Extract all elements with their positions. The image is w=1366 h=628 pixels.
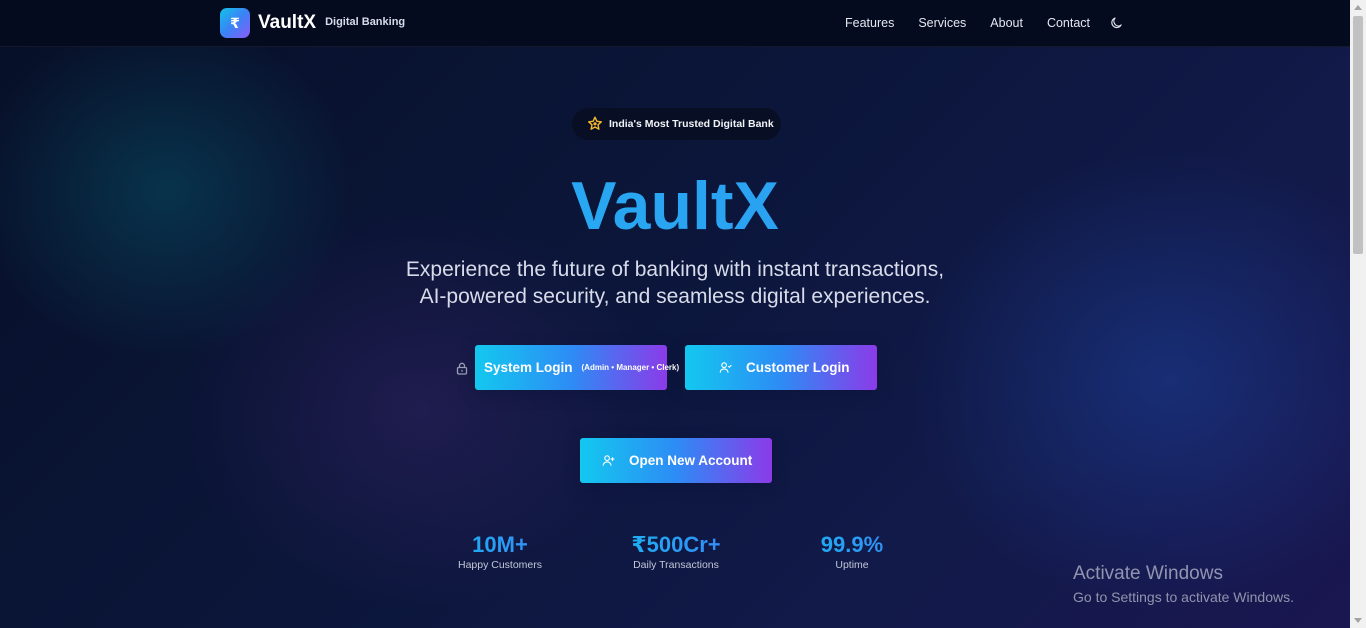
top-navbar: ₹ VaultX Digital Banking Features Servic… (0, 0, 1350, 47)
stat-customers: 10M+ Happy Customers (430, 532, 570, 571)
nav-features[interactable]: Features (845, 16, 894, 30)
customer-login-button[interactable]: Customer Login (685, 345, 877, 390)
stat-label: Happy Customers (457, 559, 543, 571)
brand[interactable]: ₹ VaultX Digital Banking (220, 8, 405, 38)
hero-subtitle-line-1: Experience the future of banking with in… (405, 258, 945, 281)
nav-contact[interactable]: Contact (1047, 16, 1090, 30)
scrollbar-thumb[interactable] (1353, 16, 1363, 254)
stat-transactions: ₹500Cr+ Daily Transactions (606, 532, 746, 571)
vertical-scrollbar[interactable] (1350, 0, 1366, 628)
landing-page: ₹ VaultX Digital Banking Features Servic… (0, 0, 1350, 628)
watermark-subtitle: Go to Settings to activate Windows. (1073, 589, 1294, 605)
customer-login-label: Customer Login (746, 360, 850, 375)
system-login-roles: (Admin • Manager • Clerk) (581, 363, 680, 372)
user-plus-icon (602, 455, 615, 466)
hero-subtitle: Experience the future of banking with in… (0, 256, 1350, 310)
brand-name: VaultX (258, 12, 317, 33)
brand-tagline: Digital Banking (325, 16, 406, 28)
hero-subtitle-line-2: AI-powered security, and seamless digita… (419, 285, 931, 308)
stat-value: 99.9% (782, 532, 922, 558)
scroll-up-arrow-icon[interactable] (1354, 5, 1362, 10)
nav-services[interactable]: Services (918, 16, 966, 30)
stat-value: 10M+ (430, 532, 570, 558)
badge-text: India's Most Trusted Digital Bank (609, 118, 774, 130)
star-icon (588, 116, 602, 130)
stat-label: Daily Transactions (633, 559, 719, 571)
rupee-logo-icon: ₹ (220, 8, 250, 38)
nav-about[interactable]: About (990, 16, 1023, 30)
watermark-title: Activate Windows (1073, 563, 1223, 584)
user-icon (719, 362, 732, 373)
system-login-label: System Login (484, 360, 573, 375)
hero-title: VaultX (0, 166, 1350, 246)
windows-activation-watermark: Activate Windows Go to Settings to activ… (1073, 563, 1294, 608)
open-account-label: Open New Account (629, 453, 753, 468)
system-login-button[interactable]: System Login (Admin • Manager • Clerk) (475, 345, 679, 390)
main-nav: Features Services About Contact (845, 16, 1114, 30)
stat-value: ₹500Cr+ (606, 532, 746, 558)
lock-icon (456, 362, 468, 375)
trust-badge: India's Most Trusted Digital Bank (572, 108, 781, 140)
stat-uptime: 99.9% Uptime (782, 532, 922, 571)
open-account-button[interactable]: Open New Account (580, 438, 772, 483)
scroll-down-arrow-icon[interactable] (1354, 618, 1362, 623)
moon-icon[interactable] (1110, 16, 1124, 30)
stat-label: Uptime (835, 559, 869, 571)
